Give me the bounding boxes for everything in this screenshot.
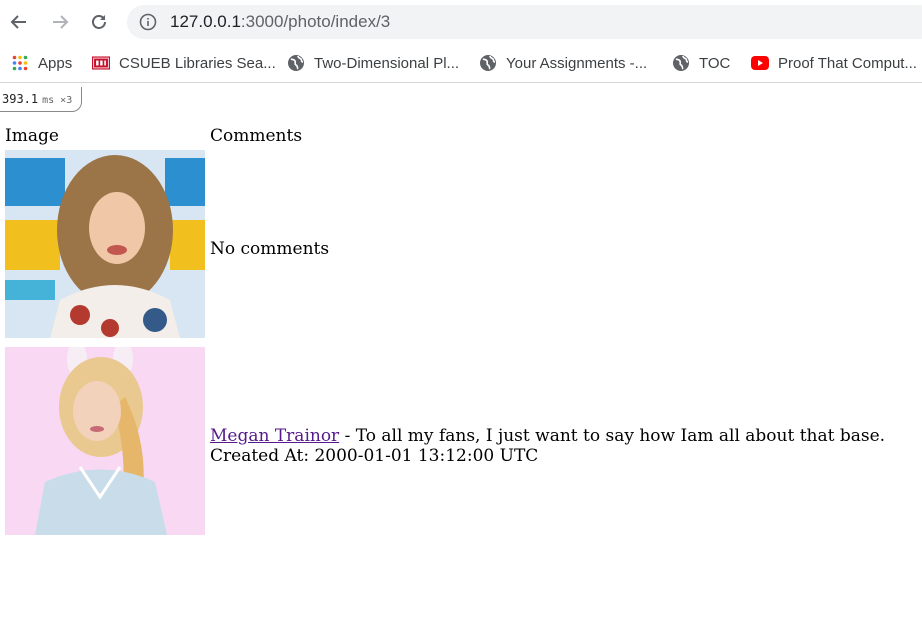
arrow-left-icon: [10, 15, 26, 29]
profiler-unit: ms: [42, 95, 55, 106]
bookmark-proof-that-computer[interactable]: Proof That Comput...: [751, 53, 917, 73]
profiler-time: 393.1: [2, 92, 39, 106]
bookmarks-bar: Apps CSUEB Libraries Sea... Two-Dimensio…: [0, 44, 922, 83]
image-cell: [5, 150, 210, 347]
globe-icon: [479, 54, 497, 72]
globe-icon: [672, 54, 690, 72]
bookmark-two-dimensional[interactable]: Two-Dimensional Pl...: [287, 53, 459, 73]
profiler-badge[interactable]: 393.1 ms ×3: [0, 87, 83, 112]
bookmark-label: Proof That Comput...: [778, 54, 917, 72]
bookmark-label: Two-Dimensional Pl...: [314, 54, 460, 72]
bookmark-label: Apps: [38, 54, 73, 72]
bookmark-toc[interactable]: TOC: [672, 53, 730, 73]
bookmark-csueb-libraries[interactable]: CSUEB Libraries Sea...: [92, 53, 276, 73]
back-button[interactable]: [5, 8, 33, 36]
forward-button[interactable]: [46, 8, 74, 36]
reload-button[interactable]: [85, 8, 113, 36]
bookmark-label: Your Assignments -...: [506, 54, 648, 72]
profiler-count: ×3: [60, 95, 73, 106]
page-content: Image Comments No comments Megan Trainor…: [5, 122, 885, 544]
comments-cell: No comments: [210, 150, 885, 347]
image-cell: [5, 347, 210, 544]
comment-created-at: Created At: 2000-01-01 13:12:00 UTC: [210, 445, 539, 466]
comment: Megan Trainor - To all my fans, I just w…: [210, 426, 885, 446]
url-host: 127.0.0.1: [170, 12, 241, 31]
reload-icon: [92, 15, 106, 29]
url-text[interactable]: 127.0.0.1:3000/photo/index/3: [170, 12, 390, 32]
comment-text: - To all my fans, I just want to say how…: [339, 425, 886, 446]
csu-logo-icon: [92, 54, 110, 72]
bookmark-your-assignments[interactable]: Your Assignments -...: [479, 53, 647, 73]
photo-table: Image Comments No comments Megan Trainor…: [5, 122, 885, 544]
address-bar[interactable]: 127.0.0.1:3000/photo/index/3: [127, 5, 922, 39]
bookmark-label: CSUEB Libraries Sea...: [119, 54, 276, 72]
comments-cell: Megan Trainor - To all my fans, I just w…: [210, 347, 885, 544]
column-header-image: Image: [5, 126, 59, 146]
column-header-comments: Comments: [210, 126, 303, 146]
bookmark-apps[interactable]: Apps: [11, 53, 72, 73]
table-row: Megan Trainor - To all my fans, I just w…: [5, 347, 885, 544]
arrow-right-icon: [53, 15, 69, 29]
globe-icon: [287, 54, 305, 72]
no-comments-text: No comments: [210, 238, 330, 259]
bookmark-label: TOC: [699, 54, 731, 72]
apps-grid-icon: [11, 54, 29, 72]
url-path: :3000/photo/index/3: [240, 12, 391, 31]
photo-image: [5, 150, 205, 338]
youtube-icon: [751, 54, 769, 72]
info-icon[interactable]: [139, 13, 157, 35]
browser-toolbar: 127.0.0.1:3000/photo/index/3: [0, 0, 922, 44]
table-header-row: Image Comments: [5, 122, 885, 150]
photo-image: [5, 347, 205, 535]
comment-author-link[interactable]: Megan Trainor: [210, 426, 339, 446]
table-row: No comments: [5, 150, 885, 347]
